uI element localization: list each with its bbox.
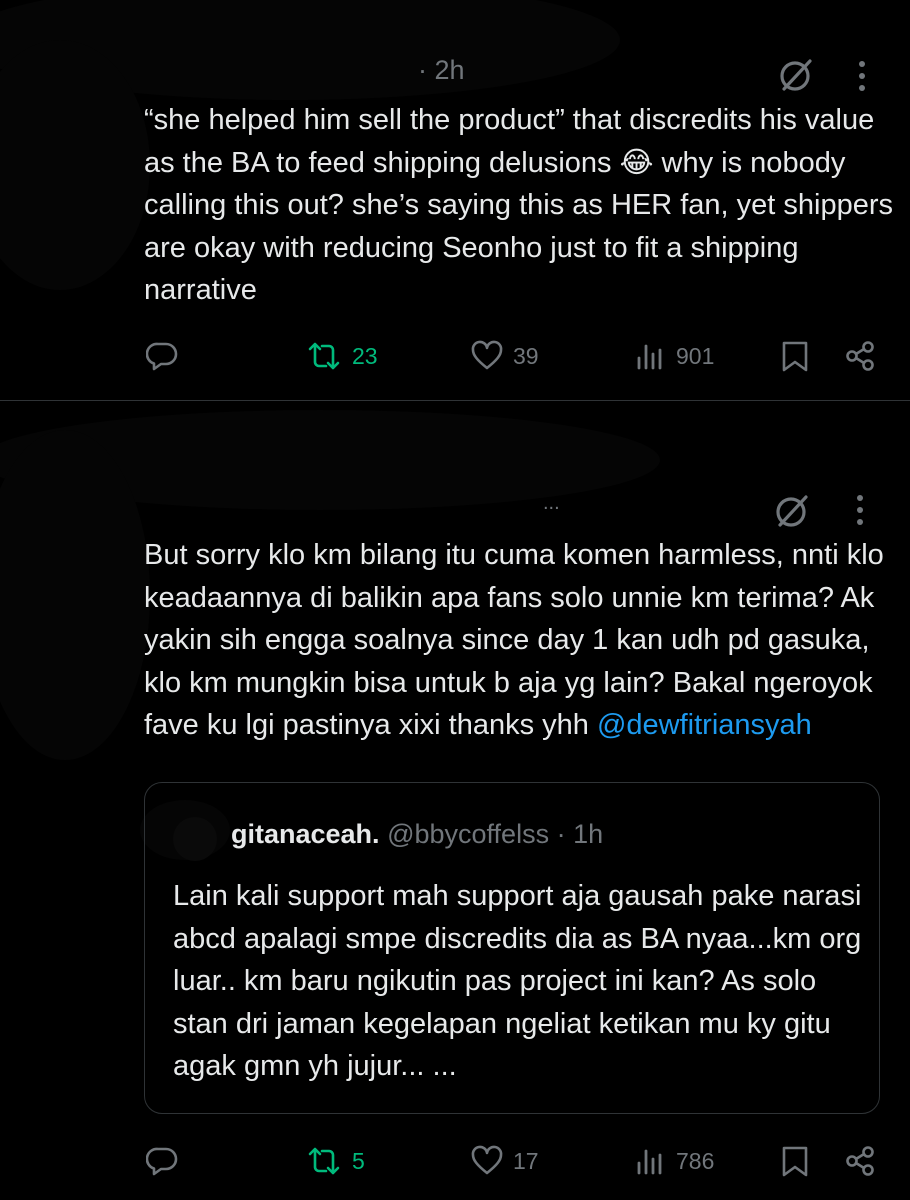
more-options-icon[interactable] xyxy=(857,60,867,97)
repost-icon xyxy=(308,342,340,370)
repost-count: 5 xyxy=(352,1147,365,1174)
repost-button[interactable]: 23 xyxy=(306,340,378,372)
tweet-divider xyxy=(0,400,910,401)
views-icon xyxy=(637,344,662,370)
quoted-tweet[interactable]: gitanaceah. @bbycoffelss · 1h Lain kali … xyxy=(144,782,880,1114)
tweet-meta-dots: ... xyxy=(543,492,560,514)
reply-button[interactable] xyxy=(146,340,178,372)
tweet-text: But sorry klo km bilang itu cuma komen h… xyxy=(144,534,889,747)
repost-button[interactable]: 5 xyxy=(306,1145,365,1177)
share-icon xyxy=(846,1146,874,1176)
grok-icon[interactable] xyxy=(774,492,812,535)
grok-icon[interactable] xyxy=(778,56,816,99)
quote-avatar[interactable] xyxy=(173,817,217,861)
mention-link[interactable]: @dewfitriansyah xyxy=(597,709,812,741)
repost-count: 23 xyxy=(352,342,378,369)
heart-icon xyxy=(471,340,503,370)
share-button[interactable] xyxy=(844,1145,876,1182)
bookmark-button[interactable] xyxy=(780,1145,810,1182)
tweet-timestamp[interactable]: · 2h xyxy=(418,55,465,86)
like-button[interactable]: 39 xyxy=(471,340,539,372)
quote-timestamp[interactable]: · 1h xyxy=(557,819,604,849)
reply-icon xyxy=(146,342,178,371)
quote-author-handle[interactable]: @bbycoffelss xyxy=(387,819,549,849)
more-options-icon[interactable] xyxy=(855,494,865,531)
heart-icon xyxy=(471,1145,503,1175)
reply-icon xyxy=(146,1147,178,1176)
quote-header: gitanaceah. @bbycoffelss · 1h xyxy=(231,819,603,850)
share-icon xyxy=(846,341,874,371)
bookmark-icon xyxy=(782,1146,808,1177)
views-count: 901 xyxy=(676,342,715,369)
reply-button[interactable] xyxy=(146,1145,178,1177)
like-button[interactable]: 17 xyxy=(471,1145,539,1177)
bookmark-button[interactable] xyxy=(780,340,810,377)
quote-author-name[interactable]: gitanaceah. xyxy=(231,819,380,849)
bookmark-icon xyxy=(782,341,808,372)
views-icon xyxy=(637,1149,662,1175)
tweet-text: “she helped him sell the product” that d… xyxy=(144,104,894,306)
views-button[interactable]: 901 xyxy=(634,340,714,372)
repost-icon xyxy=(308,1147,340,1175)
share-button[interactable] xyxy=(844,340,876,377)
views-button[interactable]: 786 xyxy=(634,1145,714,1177)
quote-text: Lain kali support mah support aja gausah… xyxy=(173,880,862,1082)
views-count: 786 xyxy=(676,1147,715,1174)
like-count: 39 xyxy=(513,342,539,369)
like-count: 17 xyxy=(513,1147,539,1174)
